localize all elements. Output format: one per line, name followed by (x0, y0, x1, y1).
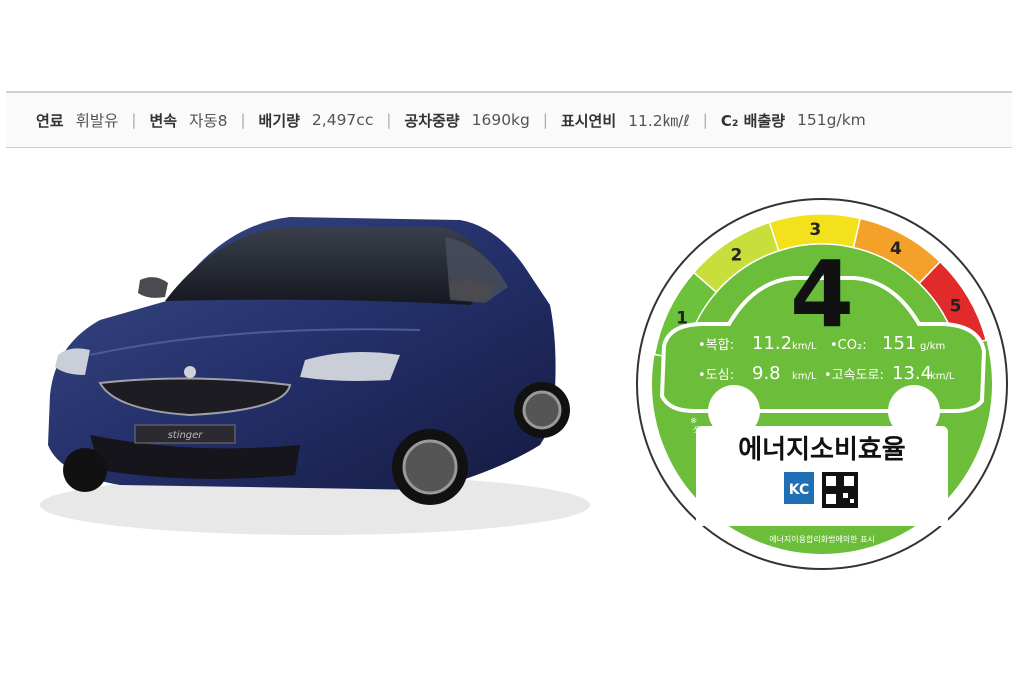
grade-segment-label: 4 (890, 239, 902, 259)
combined-value: 11.2 (752, 333, 792, 354)
spec-label: 표시연비 (560, 111, 617, 130)
spec-value: 11.2㎞/ℓ (628, 112, 690, 130)
spec-fuel: 연료 휘발유 (36, 109, 118, 131)
right-mirror (450, 280, 492, 301)
spec-co2: C₂ 배출량 151g/km (721, 110, 866, 131)
left-front-wheel (63, 448, 107, 492)
grade-segment-label: 3 (809, 220, 821, 240)
co2-value: 151 (882, 333, 916, 354)
highway-unit: km/L (930, 371, 955, 382)
spec-transmission: 변속 자동8 (149, 109, 227, 131)
grade-segment-label: 2 (731, 246, 743, 266)
brand-logo (184, 366, 196, 378)
highway-value: 13.4 (892, 363, 932, 384)
city-unit: km/L (792, 371, 817, 382)
co2-unit: g/km (920, 341, 945, 352)
svg-text:KC: KC (789, 482, 810, 498)
spec-displacement: 배기량 2,497cc (259, 110, 374, 131)
spec-separator: | (131, 111, 137, 129)
plate-text: stinger (168, 430, 204, 441)
city-label: •도심: (698, 368, 734, 383)
qr-code-icon (822, 472, 858, 508)
label-footer: 에너지이용합리화법에의한 표시 (769, 534, 875, 544)
city-value: 9.8 (752, 363, 781, 384)
highway-label: •고속도로: (824, 368, 884, 383)
spec-label: C₂ 배출량 (720, 111, 786, 130)
spec-label: 배기량 (258, 111, 300, 130)
front-rim (402, 439, 458, 495)
co2-label: •CO₂: (830, 338, 867, 353)
spec-curb-weight: 공차중량 1690kg (404, 110, 529, 131)
spec-separator: | (386, 111, 392, 129)
grade-number: 4 (790, 241, 854, 348)
spec-value: 151g/km (797, 111, 866, 129)
spec-label: 연료 (36, 111, 64, 130)
combined-unit: km/L (792, 341, 817, 352)
spec-value: 자동8 (189, 112, 228, 130)
left-mirror (138, 277, 168, 298)
spec-bar: 연료 휘발유 | 변속 자동8 | 배기량 2,497cc | 공차중량 169… (6, 91, 1012, 148)
label-title: 에너지소비효율 (738, 435, 905, 465)
spec-separator: | (240, 111, 246, 129)
car-image: stinger (40, 217, 590, 535)
combined-label: •복합: (698, 338, 734, 353)
rear-rim (522, 390, 562, 430)
energy-efficiency-label: 12345 4 •복합: 11.2 km/L •CO₂: 151 g/km •도… (634, 196, 1008, 570)
spec-value: 1690kg (471, 111, 530, 129)
spec-label: 변속 (149, 111, 178, 130)
spec-separator: | (542, 111, 548, 129)
spec-value: 2,497cc (311, 111, 374, 129)
spec-label: 공차중량 (404, 111, 460, 130)
kc-mark-icon: KC (784, 472, 814, 504)
spec-fuel-economy: 표시연비 11.2㎞/ℓ (561, 109, 690, 131)
grade-segment-label: 5 (950, 296, 962, 316)
spec-value: 휘발유 (75, 112, 119, 130)
spec-separator: | (702, 111, 708, 129)
